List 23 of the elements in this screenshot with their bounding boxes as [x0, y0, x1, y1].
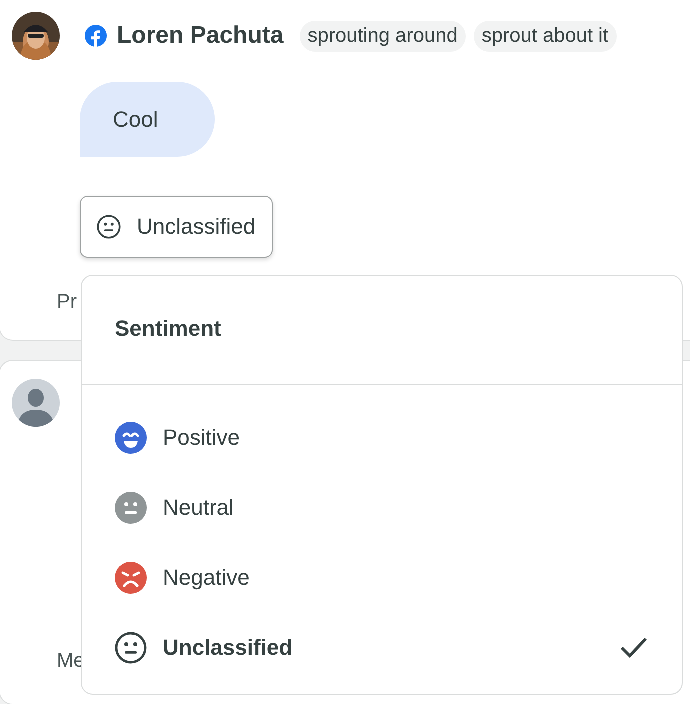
footer-text: Pr — [57, 291, 78, 314]
option-label: Neutral — [163, 495, 235, 521]
facebook-icon — [85, 25, 107, 47]
option-label: Negative — [163, 565, 251, 591]
neutral-face-icon — [115, 492, 147, 524]
sentiment-button[interactable]: Unclassified — [80, 196, 273, 258]
menu-item[interactable]: Unclassified — [82, 632, 682, 664]
check-icon — [620, 637, 648, 659]
smiling-face-icon — [115, 422, 147, 454]
frowning-face-icon — [115, 562, 147, 594]
menu-item[interactable]: Neutral — [82, 492, 682, 524]
author-name: Loren Pachuta — [117, 22, 284, 50]
tag: sprouting around — [300, 20, 466, 52]
option-label: Positive — [163, 425, 242, 451]
tag: sprout about it — [474, 20, 617, 52]
neutral-face-icon — [97, 215, 121, 239]
menu-item[interactable]: Positive — [82, 422, 682, 454]
neutral-face-icon — [115, 632, 147, 664]
option-label: Unclassified — [163, 635, 294, 661]
message-bubble: Cool — [80, 82, 215, 157]
menu-item[interactable]: Negative — [82, 562, 682, 594]
user-avatar-icon — [12, 379, 60, 427]
menu-title: Sentiment — [114, 315, 222, 343]
